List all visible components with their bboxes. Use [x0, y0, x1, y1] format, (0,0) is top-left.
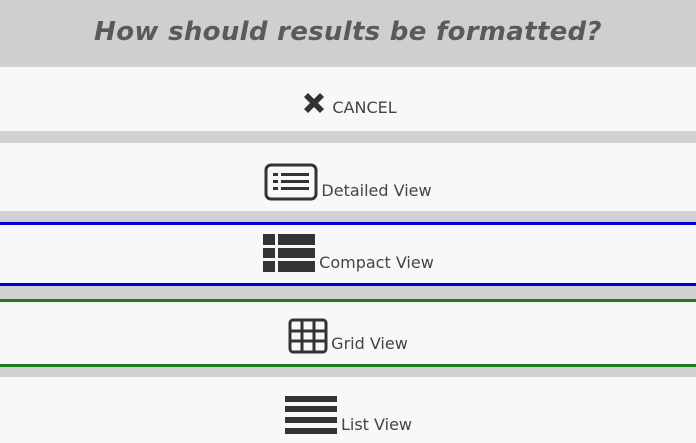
- cancel-button[interactable]: CANCEL: [0, 67, 696, 131]
- dialog-title: How should results be formatted?: [94, 17, 602, 47]
- compact-view-button[interactable]: Compact View: [0, 222, 696, 286]
- grid-view-label: Grid View: [331, 334, 408, 353]
- detailed-view-icon: [264, 163, 318, 201]
- list-view-icon: [284, 395, 338, 435]
- cancel-label: CANCEL: [332, 98, 397, 117]
- grid-view-button[interactable]: Grid View: [0, 299, 696, 367]
- list-view-label: List View: [340, 415, 413, 434]
- close-icon: [299, 88, 329, 118]
- compact-view-icon: [262, 233, 316, 273]
- grid-view-icon: [288, 318, 328, 354]
- detailed-view-label: Detailed View: [321, 181, 432, 200]
- format-dialog: How should results be formatted? CANCEL: [0, 0, 696, 443]
- compact-view-label: Compact View: [319, 253, 434, 272]
- list-view-button[interactable]: List View: [0, 377, 696, 443]
- detailed-view-button[interactable]: Detailed View: [0, 143, 696, 211]
- dialog-header: How should results be formatted?: [0, 0, 696, 64]
